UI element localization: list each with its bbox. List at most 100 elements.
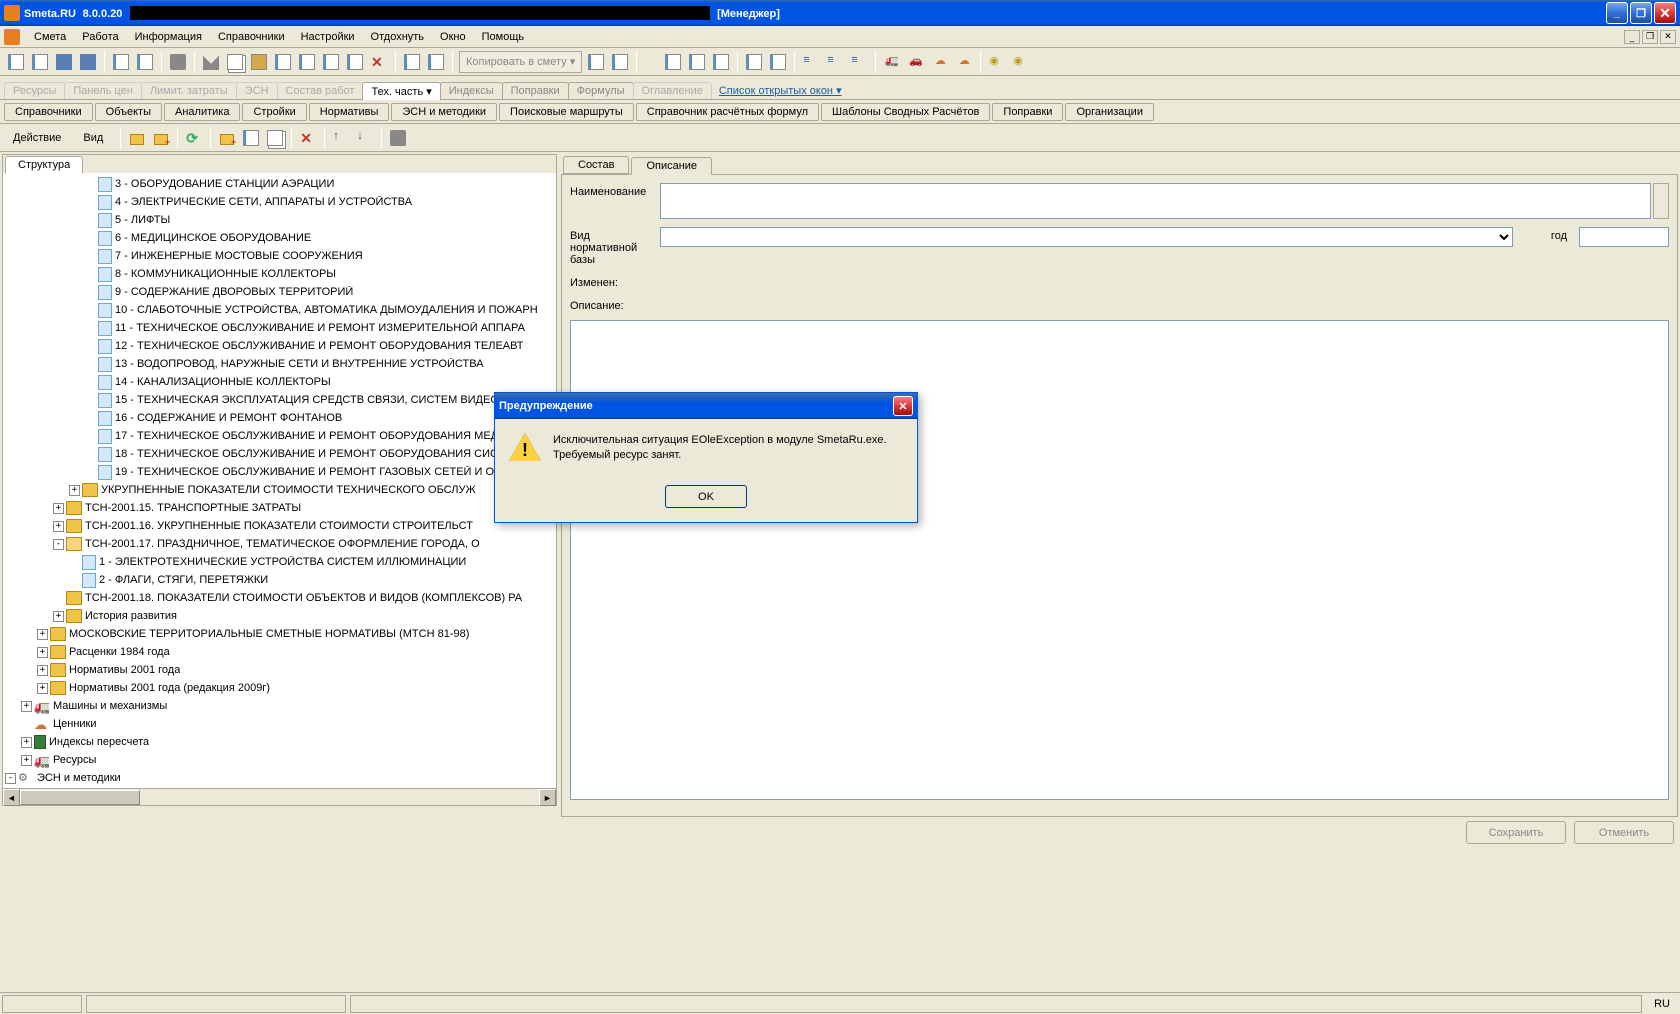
hscroll-thumb[interactable] — [20, 790, 140, 805]
cancel-button[interactable]: Отменить — [1574, 821, 1674, 844]
doctab-1[interactable]: Панель цен — [64, 82, 141, 99]
tree-expander[interactable]: + — [37, 647, 48, 658]
act-fold1-icon[interactable] — [126, 127, 148, 149]
tb-car2-icon[interactable]: 🚗 — [905, 51, 927, 73]
doctab-6[interactable]: Индексы — [440, 82, 503, 99]
doctab-9[interactable]: Оглавление — [633, 82, 712, 99]
tb-edit-icon[interactable] — [344, 51, 366, 73]
sectab-1[interactable]: Объекты — [95, 103, 162, 121]
doctab-0[interactable]: Ресурсы — [4, 82, 65, 99]
act-del-icon[interactable]: ✕ — [297, 127, 319, 149]
tree-row[interactable]: -⚙ЭСН и методики — [5, 769, 554, 787]
sectab-7[interactable]: Справочник расчётных формул — [636, 103, 819, 121]
tb-doc3-icon[interactable] — [320, 51, 342, 73]
doctab-5[interactable]: Тех. часть ▾ — [362, 82, 440, 100]
tb-doc1-icon[interactable] — [272, 51, 294, 73]
tree-row[interactable]: +🚛Машины и механизмы — [5, 697, 554, 715]
restore-button[interactable]: ❐ — [1630, 2, 1652, 24]
mdi-close-button[interactable]: ✕ — [1660, 30, 1676, 44]
action-menu[interactable]: Действие — [4, 129, 70, 147]
tb-ext1-icon[interactable] — [585, 51, 607, 73]
menu-4[interactable]: Настройки — [293, 29, 363, 45]
base-select[interactable] — [660, 227, 1513, 247]
tree-expander[interactable]: + — [21, 701, 32, 712]
menu-2[interactable]: Информация — [127, 29, 210, 45]
act-up-icon[interactable]: ↑ — [330, 127, 352, 149]
tree-row[interactable]: 11 - ТЕХНИЧЕСКОЕ ОБСЛУЖИВАНИЕ И РЕМОНТ И… — [5, 319, 554, 337]
act-refresh-icon[interactable]: ⟳ — [183, 127, 205, 149]
tree-expander[interactable]: + — [53, 521, 64, 532]
tree-expander[interactable]: + — [21, 737, 32, 748]
tab-opisanie[interactable]: Описание — [631, 157, 712, 175]
tb-print-icon[interactable] — [167, 51, 189, 73]
sectab-3[interactable]: Стройки — [242, 103, 306, 121]
menu-3[interactable]: Справочники — [210, 29, 293, 45]
structure-tab[interactable]: Структура — [5, 156, 83, 174]
tree-row[interactable]: +🚛Ресурсы — [5, 751, 554, 769]
tb-doc2-icon[interactable] — [296, 51, 318, 73]
act-fold2-icon[interactable] — [150, 127, 172, 149]
tb-coin1-icon[interactable]: ◉ — [986, 51, 1008, 73]
dialog-close-button[interactable]: ✕ — [893, 396, 913, 416]
tree-expander[interactable]: + — [37, 665, 48, 676]
tb-cut-icon[interactable] — [200, 51, 222, 73]
act-fold3-icon[interactable] — [216, 127, 238, 149]
tab-sostav[interactable]: Состав — [563, 156, 629, 174]
year-input[interactable] — [1579, 227, 1669, 247]
tree-row[interactable]: 18 - ТЕХНИЧЕСКОЕ ОБСЛУЖИВАНИЕ И РЕМОНТ О… — [5, 445, 554, 463]
sectab-4[interactable]: Нормативы — [309, 103, 390, 121]
tree-row[interactable]: 10 - СЛАБОТОЧНЫЕ УСТРОЙСТВА, АВТОМАТИКА … — [5, 301, 554, 319]
tb-tree-icon[interactable] — [767, 51, 789, 73]
sectab-6[interactable]: Поисковые маршруты — [499, 103, 634, 121]
act-down-icon[interactable]: ↓ — [354, 127, 376, 149]
tree-row[interactable]: +МОСКОВСКИЕ ТЕРРИТОРИАЛЬНЫЕ СМЕТНЫЕ НОРМ… — [5, 625, 554, 643]
doctab-4[interactable]: Состав работ — [277, 82, 364, 99]
tree-row[interactable]: 1 - ЭЛЕКТРОТЕХНИЧЕСКИЕ УСТРОЙСТВА СИСТЕМ… — [5, 553, 554, 571]
tb-del-icon[interactable]: ✕ — [368, 51, 390, 73]
tb-grid1-icon[interactable] — [662, 51, 684, 73]
tree-row[interactable]: +История развития — [5, 607, 554, 625]
open-windows-link[interactable]: Список открытых окон ▾ — [711, 82, 850, 99]
tb-export-icon[interactable] — [110, 51, 132, 73]
tb-find-icon[interactable] — [401, 51, 423, 73]
view-menu[interactable]: Вид — [74, 129, 112, 147]
tb-filter-icon[interactable] — [425, 51, 447, 73]
tb-import-icon[interactable] — [134, 51, 156, 73]
tree-row[interactable]: 14 - КАНАЛИЗАЦИОННЫЕ КОЛЛЕКТОРЫ — [5, 373, 554, 391]
tb-car1-icon[interactable]: 🚛 — [881, 51, 903, 73]
tree-row[interactable]: +Нормативы 2001 года (редакция 2009г) — [5, 679, 554, 697]
tree-row[interactable]: +Нормативы 2001 года — [5, 661, 554, 679]
mdi-icon[interactable] — [4, 29, 20, 45]
copy-to-estimate-button[interactable]: Копировать в смету ▾ — [459, 51, 582, 73]
tb-paste-icon[interactable] — [248, 51, 270, 73]
tree-row[interactable]: 12 - ТЕХНИЧЕСКОЕ ОБСЛУЖИВАНИЕ И РЕМОНТ О… — [5, 337, 554, 355]
doctab-8[interactable]: Формулы — [568, 82, 634, 99]
tree-row[interactable]: 16 - СОДЕРЖАНИЕ И РЕМОНТ ФОНТАНОВ — [5, 409, 554, 427]
tree-row[interactable]: +Индексы пересчета — [5, 733, 554, 751]
tree-row[interactable]: +Расценки 1984 года — [5, 643, 554, 661]
tree-expander[interactable]: + — [53, 503, 64, 514]
tree-row[interactable]: +ТСН-2001.16. УКРУПНЕННЫЕ ПОКАЗАТЕЛИ СТО… — [5, 517, 554, 535]
hscrollbar[interactable]: ◄ ► — [3, 788, 556, 805]
tree-row[interactable]: 4 - ЭЛЕКТРИЧЕСКИЕ СЕТИ, АППАРАТЫ И УСТРО… — [5, 193, 554, 211]
menu-6[interactable]: Окно — [432, 29, 474, 45]
tb-saveall-icon[interactable] — [77, 51, 99, 73]
tree-expander[interactable]: + — [37, 629, 48, 640]
mdi-restore-button[interactable]: ❐ — [1642, 30, 1658, 44]
tree-row[interactable]: 7 - ИНЖЕНЕРНЫЕ МОСТОВЫЕ СООРУЖЕНИЯ — [5, 247, 554, 265]
act-print-icon[interactable] — [387, 127, 409, 149]
dialog-ok-button[interactable]: OK — [665, 485, 747, 508]
tb-coin2-icon[interactable]: ◉ — [1010, 51, 1032, 73]
menu-0[interactable]: Смета — [26, 29, 74, 45]
tb-cloud1-icon[interactable]: ☁ — [929, 51, 951, 73]
tree-row[interactable]: ☁Ценники — [5, 715, 554, 733]
tb-list2-icon[interactable]: ≡ — [824, 51, 846, 73]
sectab-0[interactable]: Справочники — [4, 103, 93, 121]
tree-expander[interactable]: + — [37, 683, 48, 694]
sectab-10[interactable]: Организации — [1065, 103, 1154, 121]
tree-row[interactable]: +УКРУПНЕННЫЕ ПОКАЗАТЕЛИ СТОИМОСТИ ТЕХНИЧ… — [5, 481, 554, 499]
tree-row[interactable]: +ТСН-2001.15. ТРАНСПОРТНЫЕ ЗАТРАТЫ — [5, 499, 554, 517]
tree-row[interactable]: 15 - ТЕХНИЧЕСКАЯ ЭКСПЛУАТАЦИЯ СРЕДСТВ СВ… — [5, 391, 554, 409]
sectab-2[interactable]: Аналитика — [164, 103, 240, 121]
menu-5[interactable]: Отдохнуть — [363, 29, 433, 45]
